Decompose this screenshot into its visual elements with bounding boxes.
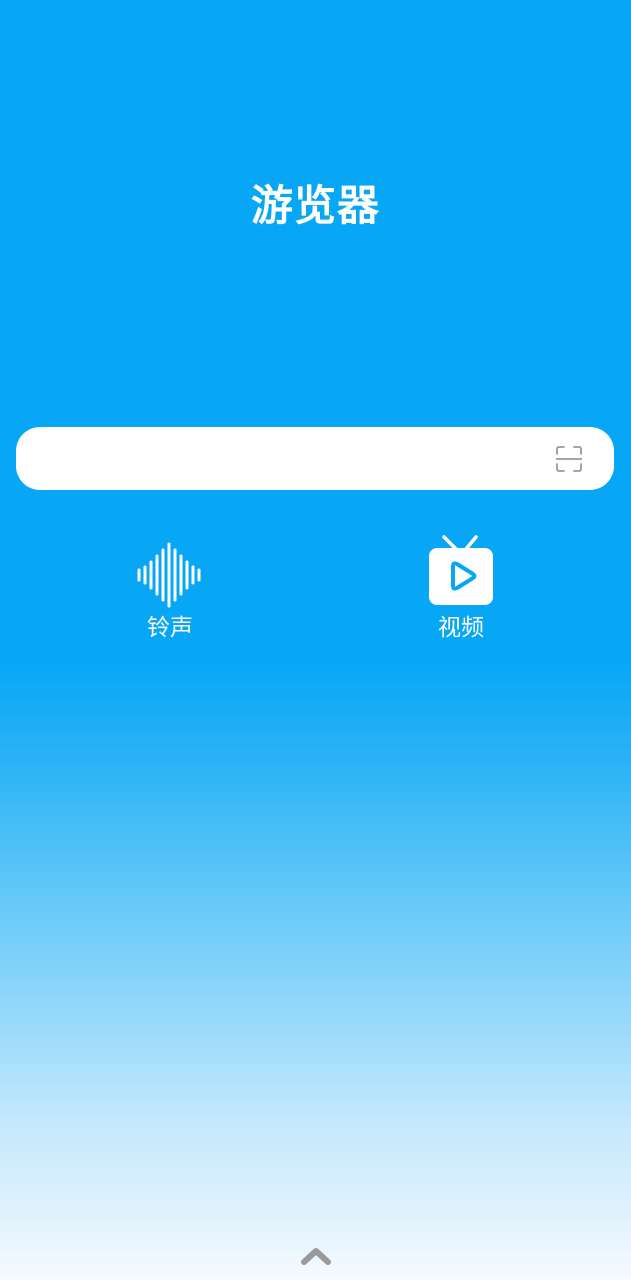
chevron-up-icon[interactable] [300, 1244, 332, 1266]
tv-play-icon [429, 535, 493, 605]
shortcut-video[interactable]: 视频 [401, 528, 521, 644]
sound-wave-icon [137, 542, 201, 608]
scan-icon[interactable] [556, 446, 582, 472]
search-input[interactable] [38, 427, 542, 492]
app-title: 游览器 [250, 181, 380, 230]
shortcut-ringtone-label: 铃声 [147, 615, 193, 641]
shortcut-video-label: 视频 [438, 615, 484, 641]
search-bar[interactable] [16, 427, 614, 492]
shortcut-ringtone[interactable]: 铃声 [110, 528, 230, 644]
